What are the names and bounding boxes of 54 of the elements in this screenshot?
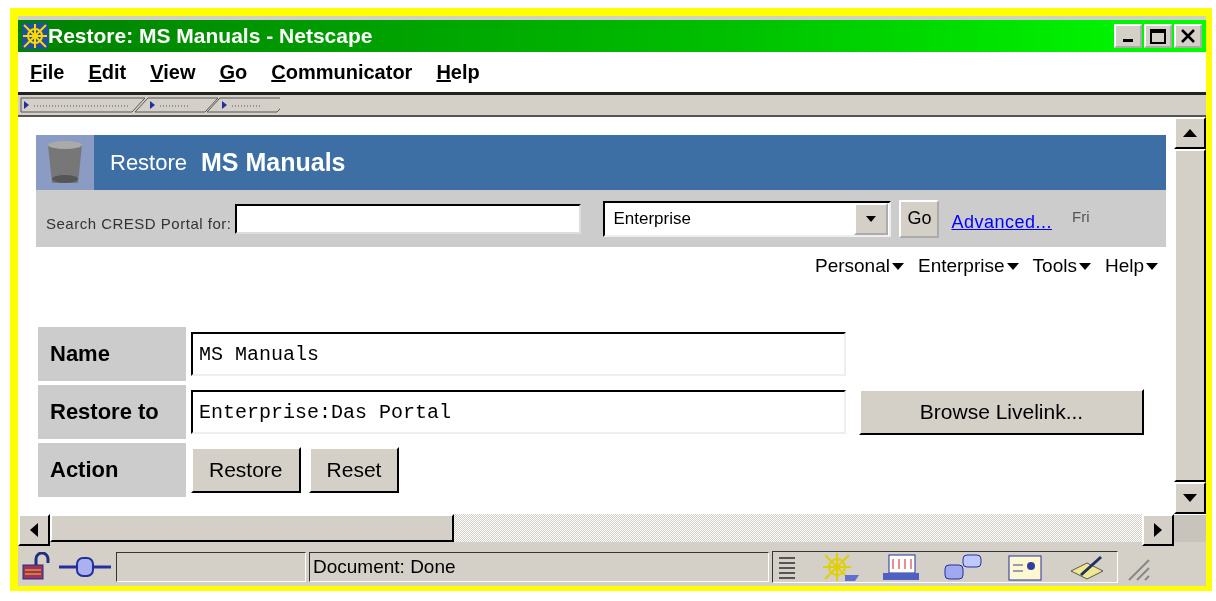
minimize-icon: [1123, 39, 1133, 42]
scroll-down-button[interactable]: [1174, 482, 1206, 514]
action-button[interactable]: Reset: [308, 447, 400, 493]
date-text: Fri: [1071, 208, 1090, 225]
up-arrow-icon: [1183, 129, 1197, 137]
menu-item[interactable]: Communicator: [271, 60, 413, 84]
nav-menu[interactable]: Help: [1104, 255, 1158, 277]
minimize-button[interactable]: [1114, 24, 1142, 48]
menu-item[interactable]: Go: [219, 60, 248, 84]
trash-icon: [36, 135, 94, 190]
down-arrow-icon: [1183, 494, 1197, 502]
field-label: Name: [38, 327, 186, 381]
advanced-link[interactable]: Advanced...: [951, 212, 1052, 233]
field-label: Action: [38, 443, 186, 497]
address-card-icon[interactable]: [1005, 553, 1045, 581]
caret-icon: [866, 215, 877, 222]
left-arrow-icon: [30, 523, 38, 537]
menu-item[interactable]: Help: [436, 60, 480, 84]
close-button[interactable]: [1174, 24, 1202, 48]
app-icon: [22, 23, 48, 49]
right-arrow-icon: [1154, 523, 1162, 537]
text-field[interactable]: Enterprise:Das Portal: [191, 390, 846, 434]
close-icon: [1181, 29, 1195, 43]
banner-title: MS Manuals: [201, 148, 346, 177]
nav-menu[interactable]: Personal: [814, 255, 904, 277]
chat-bubbles-icon[interactable]: [943, 553, 983, 581]
status-text: Document: Done: [309, 552, 769, 582]
search-field[interactable]: [235, 203, 582, 234]
menu-item[interactable]: View: [150, 60, 196, 84]
scrollbar-corner: [1174, 514, 1206, 542]
nav-menu[interactable]: Tools: [1032, 255, 1091, 277]
go-button[interactable]: Go: [899, 199, 940, 238]
banner-action: Restore: [110, 149, 188, 176]
menu-item[interactable]: Edit: [88, 60, 127, 84]
caret-icon: [1078, 262, 1091, 270]
text-field[interactable]: MS Manuals: [191, 332, 846, 376]
caret-icon: [891, 262, 904, 270]
mail-tray-icon[interactable]: [881, 553, 921, 581]
caret-icon: [1006, 262, 1019, 270]
search-label: Search CRESD Portal for:: [46, 215, 232, 232]
scroll-up-button[interactable]: [1174, 117, 1206, 149]
nav-menu[interactable]: Enterprise: [917, 255, 1019, 277]
maximize-icon: [1150, 28, 1166, 44]
window-title: Restore: MS Manuals - Netscape: [48, 24, 374, 48]
action-button[interactable]: Restore: [191, 447, 301, 493]
scroll-right-button[interactable]: [1142, 514, 1174, 546]
caret-icon: [1146, 262, 1158, 270]
browse-button[interactable]: Browse Livelink...: [859, 389, 1144, 435]
maximize-button[interactable]: [1144, 24, 1172, 48]
field-label: Restore to: [38, 385, 186, 439]
scroll-left-button[interactable]: [18, 514, 50, 546]
menu-item[interactable]: File: [30, 60, 65, 84]
grip-icon: [777, 554, 797, 580]
scope-dropdown[interactable]: Enterprise: [603, 200, 892, 237]
